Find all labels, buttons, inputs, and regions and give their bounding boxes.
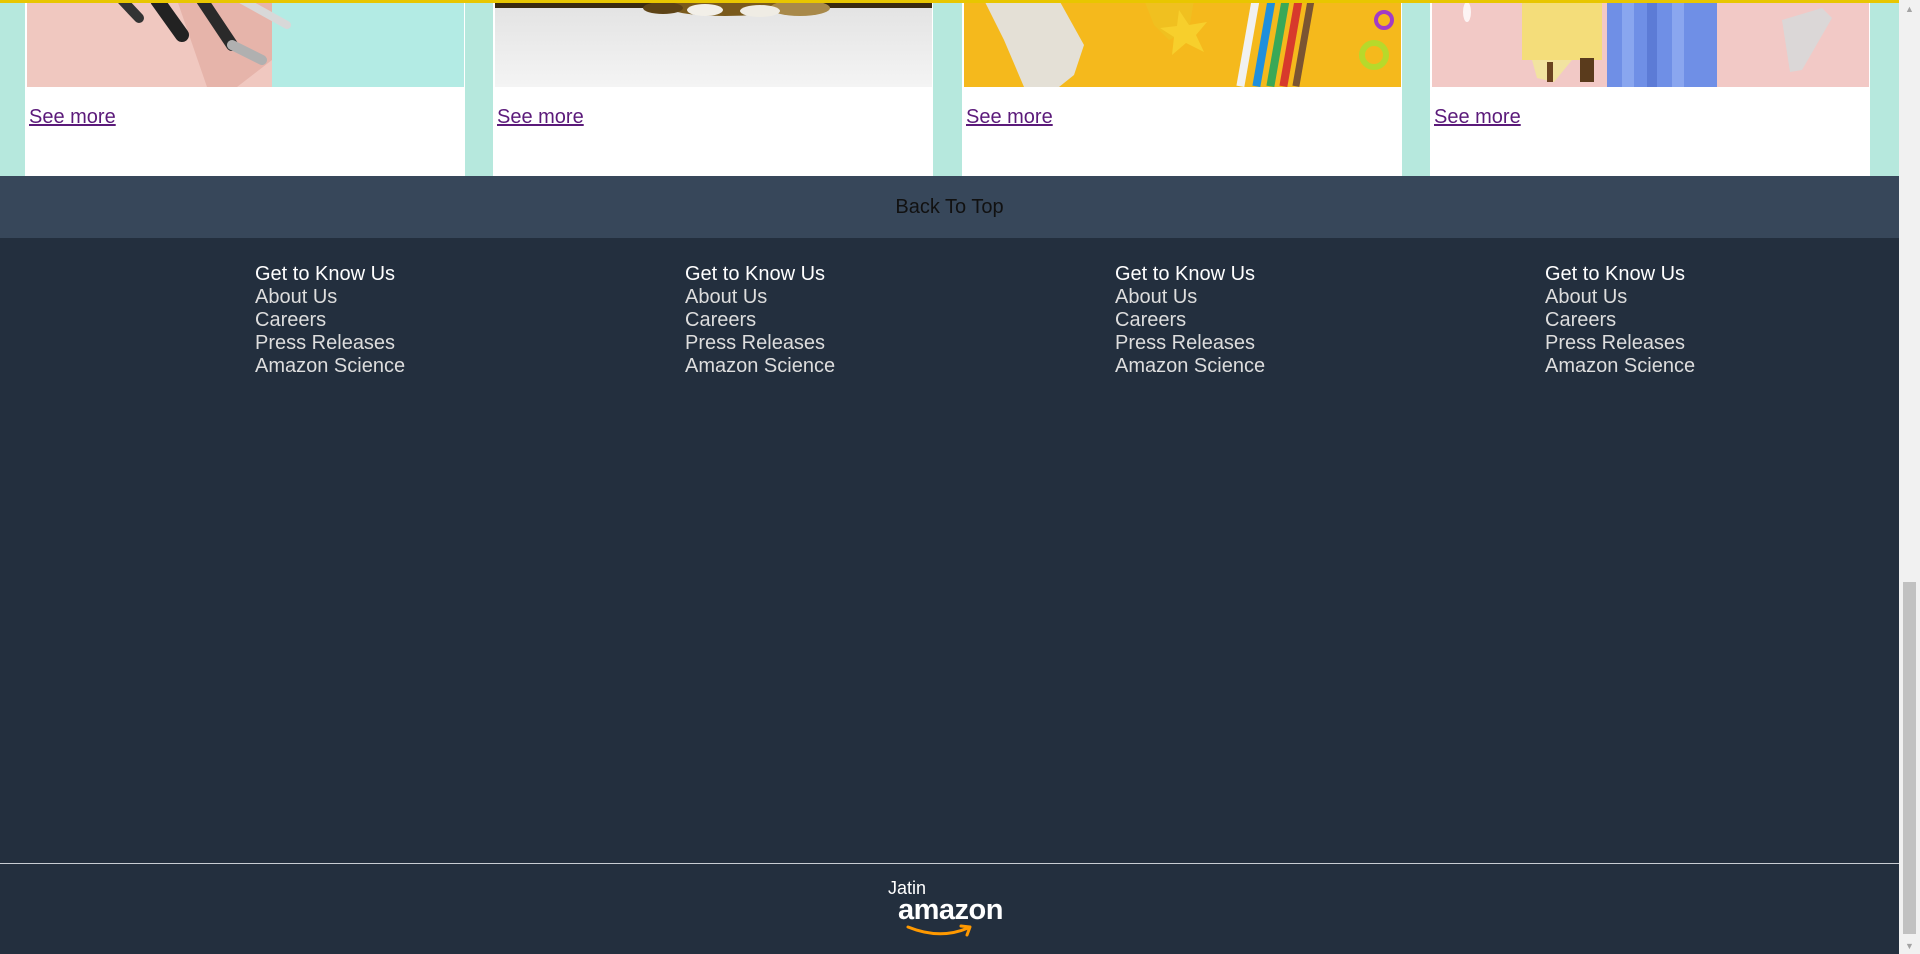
see-more-link[interactable]: See more [497, 106, 584, 129]
back-to-top-button[interactable]: Back To Top [0, 176, 1899, 238]
footer-heading: Get to Know Us [1545, 263, 1686, 285]
category-card: See more [1430, 0, 1870, 176]
footer-link-about-us[interactable]: About Us [255, 286, 405, 309]
footer-column: Get to Know Us About Us Careers Press Re… [685, 263, 835, 378]
scroll-down-arrow-icon[interactable]: ▼ [1899, 937, 1920, 954]
see-more-link[interactable]: See more [966, 106, 1053, 129]
see-more-link[interactable]: See more [29, 106, 116, 129]
page: See more See more See more See more Back… [0, 0, 1899, 954]
category-cards-row: See more See more See more See more [0, 0, 1899, 176]
category-card: See more [962, 0, 1402, 176]
footer-link-about-us[interactable]: About Us [1545, 286, 1695, 309]
footer-heading: Get to Know Us [1115, 263, 1256, 285]
footer-link-careers[interactable]: Careers [685, 309, 835, 332]
footer-link-careers[interactable]: Careers [255, 309, 405, 332]
footer-bottom-bar: Jatin amazon [0, 864, 1899, 954]
card-image-stationery[interactable] [964, 0, 1401, 87]
footer-link-press-releases[interactable]: Press Releases [1115, 332, 1265, 355]
footer-link-press-releases[interactable]: Press Releases [1545, 332, 1695, 355]
header-edge [0, 0, 1899, 3]
card-image-pet[interactable] [495, 0, 932, 87]
footer-link-amazon-science[interactable]: Amazon Science [255, 355, 405, 378]
footer-link-careers[interactable]: Careers [1545, 309, 1695, 332]
scrollbar-thumb[interactable] [1903, 582, 1916, 934]
footer-column: Get to Know Us About Us Careers Press Re… [1545, 263, 1695, 378]
back-to-top-label: Back To Top [895, 195, 1004, 218]
footer-column: Get to Know Us About Us Careers Press Re… [255, 263, 405, 378]
category-card: See more [25, 0, 465, 176]
card-image-makeup[interactable] [27, 0, 464, 87]
footer-link-amazon-science[interactable]: Amazon Science [685, 355, 835, 378]
amazon-logo[interactable]: Jatin amazon [886, 878, 1006, 938]
footer-link-about-us[interactable]: About Us [685, 286, 835, 309]
smile-arrow-icon [906, 924, 972, 937]
footer-link-about-us[interactable]: About Us [1115, 286, 1265, 309]
footer-link-amazon-science[interactable]: Amazon Science [1115, 355, 1265, 378]
footer-heading: Get to Know Us [255, 263, 396, 285]
footer-link-press-releases[interactable]: Press Releases [255, 332, 405, 355]
footer-column: Get to Know Us About Us Careers Press Re… [1115, 263, 1265, 378]
logo-brand-text: amazon [898, 894, 1003, 926]
see-more-link[interactable]: See more [1434, 106, 1521, 129]
footer-heading: Get to Know Us [685, 263, 826, 285]
footer-link-careers[interactable]: Careers [1115, 309, 1265, 332]
scroll-up-arrow-icon[interactable]: ▲ [1899, 0, 1920, 17]
footer-link-press-releases[interactable]: Press Releases [685, 332, 835, 355]
vertical-scrollbar[interactable]: ▲ ▼ [1899, 0, 1920, 954]
card-image-fashion[interactable] [1432, 0, 1869, 87]
footer-link-amazon-science[interactable]: Amazon Science [1545, 355, 1695, 378]
footer: Get to Know Us About Us Careers Press Re… [0, 238, 1899, 863]
category-card: See more [493, 0, 933, 176]
